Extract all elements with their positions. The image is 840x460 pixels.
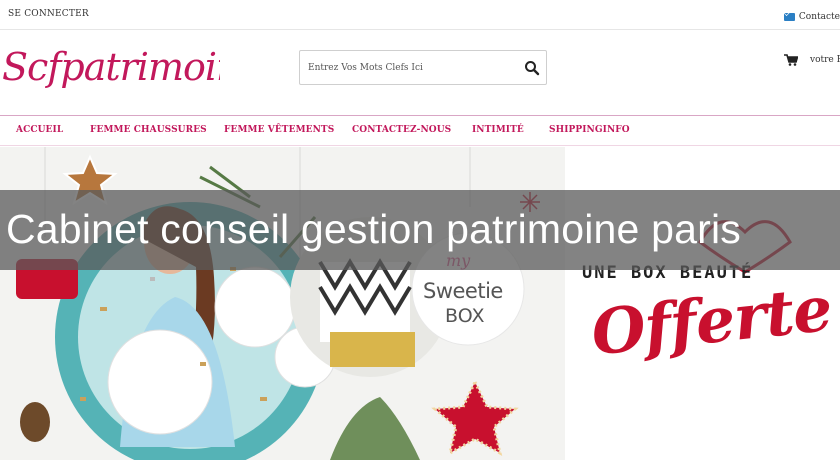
nav-item-contactez-nous[interactable]: CONTACTEZ-NOUS: [352, 125, 451, 135]
header: Scfpatrimoine votre P: [0, 30, 840, 116]
logo-text: Scfpatrimoine: [2, 45, 220, 89]
contact-link[interactable]: Contacte: [783, 12, 840, 22]
nav-item-femme-chaussures[interactable]: FEMME CHAUSSURES: [90, 125, 207, 135]
title-overlay: Cabinet conseil gestion patrimoine paris: [0, 190, 840, 270]
page-title: Cabinet conseil gestion patrimoine paris: [6, 206, 742, 252]
page: SE CONNECTER Contacte Scfpatrimoine vot: [0, 0, 840, 460]
nav-item-shippinginfo[interactable]: SHIPPINGINFO: [549, 125, 630, 135]
envelope-icon: [783, 13, 795, 21]
top-bar: SE CONNECTER Contacte: [0, 0, 840, 30]
login-link[interactable]: SE CONNECTER: [8, 9, 89, 19]
sweetie-box-name: Sweetie: [423, 279, 503, 303]
search-input[interactable]: [308, 51, 513, 84]
contact-label: Contacte: [798, 12, 840, 22]
main-nav: ACCUEIL FEMME CHAUSSURES FEMME VÊTEMENTS…: [0, 116, 840, 146]
nav-item-intimite[interactable]: INTIMITÉ: [472, 125, 524, 135]
cart-icon: [784, 54, 798, 66]
search-box: [299, 50, 547, 85]
cart-label: votre P: [810, 55, 840, 65]
search-icon[interactable]: [524, 60, 540, 76]
nav-item-accueil[interactable]: ACCUEIL: [16, 125, 63, 135]
cart-link[interactable]: votre P: [784, 54, 840, 66]
sweetie-box-word: BOX: [445, 305, 485, 327]
nav-item-femme-vetements[interactable]: FEMME VÊTEMENTS: [224, 125, 334, 135]
site-logo[interactable]: Scfpatrimoine: [0, 38, 220, 98]
